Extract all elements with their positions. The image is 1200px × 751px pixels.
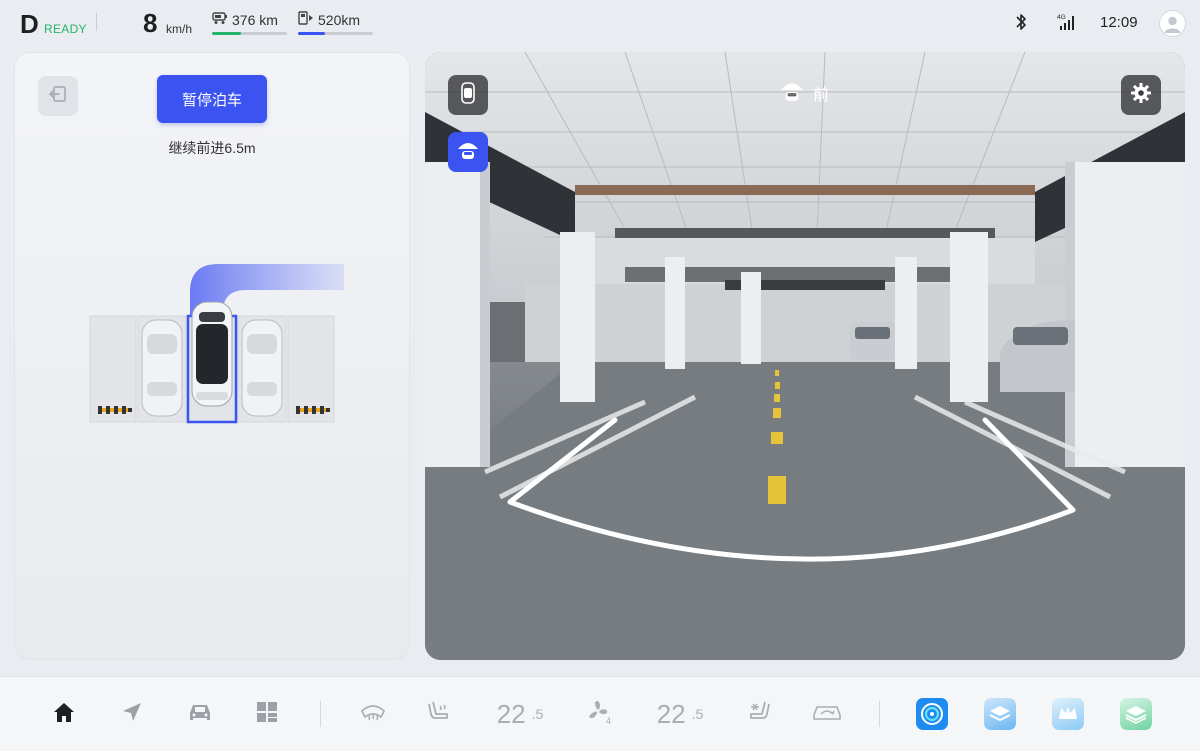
fuel-range-value: 520 xyxy=(318,12,342,28)
camera-view-label: 前 xyxy=(779,80,829,106)
fuel-bar-fill xyxy=(298,32,325,35)
navigation-icon xyxy=(121,701,143,728)
camera-view: 前 xyxy=(425,52,1185,660)
dock-recirculation[interactable] xyxy=(810,699,844,729)
left-temp-value: 22 xyxy=(496,698,526,729)
parking-guidance: 继续前进6.5m xyxy=(168,140,256,156)
battery-range-unit: km xyxy=(259,12,278,28)
signal-icon: 4G xyxy=(1056,12,1076,37)
exit-parking-button[interactable] xyxy=(38,76,78,116)
seat-heat-icon xyxy=(427,700,453,729)
left-temp-decimal: .5 xyxy=(531,706,544,722)
parking-app-icon xyxy=(916,698,948,730)
layers-app-icon xyxy=(984,698,1016,730)
speed-value: 8 xyxy=(143,8,158,38)
parked-car-left xyxy=(141,319,183,417)
recirculation-icon xyxy=(811,701,843,728)
right-temperature[interactable]: 22.5 xyxy=(650,699,710,729)
bluetooth-icon[interactable] xyxy=(1014,12,1028,37)
right-temp-decimal: .5 xyxy=(691,706,704,722)
network-label: 4G xyxy=(1057,14,1066,21)
avatar-icon[interactable] xyxy=(1159,10,1186,37)
home-icon xyxy=(52,701,76,728)
dock-seat-heat[interactable] xyxy=(425,699,455,729)
crown-app-icon xyxy=(1052,698,1084,730)
car-top-icon xyxy=(460,81,476,109)
parking-panel: 暂停泊车 继续前进6.5m xyxy=(14,52,410,660)
dock-navigation[interactable] xyxy=(118,699,146,729)
status-bar: D READY 8 km/h 376 km 520km 4G 12:09 xyxy=(0,0,1200,46)
dock-app-crown[interactable] xyxy=(1052,698,1084,730)
front-camera-icon xyxy=(456,139,480,166)
camera-view-text: 前 xyxy=(813,87,830,104)
front-camera-button[interactable] xyxy=(448,132,488,172)
camera-settings-button[interactable] xyxy=(1121,75,1161,115)
dock-vehicle[interactable] xyxy=(185,699,215,729)
battery-bar-fill xyxy=(212,32,241,35)
dock-fan[interactable]: 4 xyxy=(585,699,615,729)
gear-state: READY xyxy=(44,22,87,36)
background-car-1 xyxy=(850,322,895,360)
garage-scene xyxy=(425,52,1185,660)
dock-divider xyxy=(320,701,321,727)
car-view-button[interactable] xyxy=(448,75,488,115)
stack-app-icon xyxy=(1120,698,1152,730)
fan-level: 4 xyxy=(606,716,611,725)
gear-indicator: D xyxy=(20,9,39,39)
dock-apps[interactable] xyxy=(253,699,281,729)
parked-car-right xyxy=(241,319,283,417)
parking-map xyxy=(89,264,344,424)
ego-car xyxy=(191,301,233,407)
dock-app-parking[interactable] xyxy=(916,698,948,730)
seat-ventilation-icon xyxy=(745,700,771,729)
right-temp-value: 22 xyxy=(656,698,686,729)
left-temperature[interactable]: 22.5 xyxy=(490,699,550,729)
fuel-bar xyxy=(298,32,373,35)
fan-icon: 4 xyxy=(586,699,614,730)
gear-icon xyxy=(1130,82,1152,109)
battery-bar xyxy=(212,32,287,35)
front-camera-icon xyxy=(779,79,805,108)
battery-car-icon xyxy=(212,11,229,30)
exit-icon xyxy=(48,84,68,109)
dock-rear-defrost[interactable] xyxy=(358,699,388,729)
pause-parking-button[interactable]: 暂停泊车 xyxy=(157,75,267,123)
apps-icon xyxy=(256,701,278,728)
fuel-pump-icon xyxy=(298,11,316,30)
dock-divider xyxy=(879,701,880,727)
dock-home[interactable] xyxy=(50,699,78,729)
battery-range-value: 376 xyxy=(232,12,256,28)
dock-seat-ventilation[interactable] xyxy=(743,699,773,729)
dock-app-layers[interactable] xyxy=(984,698,1016,730)
dock-app-stack[interactable] xyxy=(1120,698,1152,730)
fuel-range-unit: km xyxy=(341,12,361,28)
bottom-dock: 22.5 4 22.5 xyxy=(0,676,1200,751)
clock: 12:09 xyxy=(1100,14,1138,31)
speed-unit: km/h xyxy=(166,22,193,36)
rear-defrost-icon xyxy=(359,701,387,728)
status-divider xyxy=(96,13,97,31)
car-icon xyxy=(187,701,213,728)
